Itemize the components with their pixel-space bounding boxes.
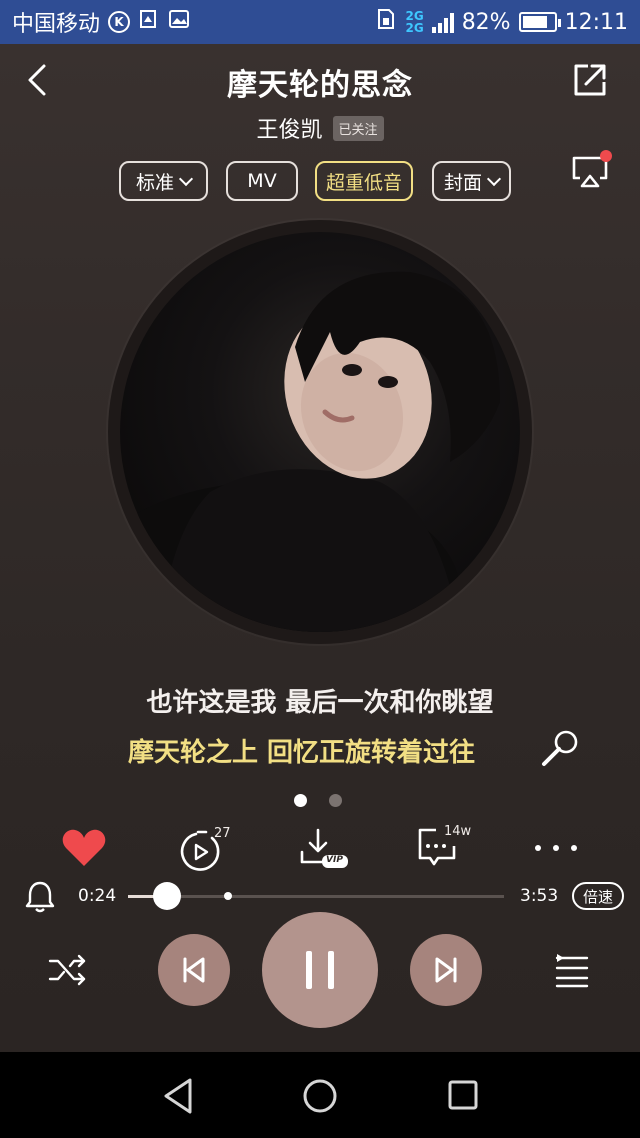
mv-label: MV xyxy=(247,170,277,192)
quality-standard-button[interactable]: 标准 xyxy=(119,161,208,201)
heart-icon xyxy=(62,829,106,866)
comment-count: 14w xyxy=(444,824,472,839)
cover-button[interactable]: 封面 xyxy=(432,161,511,201)
pager-dot-active[interactable] xyxy=(294,794,307,807)
gallery-icon xyxy=(168,8,190,36)
ringtone-button[interactable] xyxy=(24,880,56,914)
more-button[interactable] xyxy=(534,836,578,860)
lyric-line-highlighted: 摩天轮之上 回忆正旋转着过往 xyxy=(128,738,476,768)
skip-next-icon xyxy=(435,957,457,983)
quality-standard-label: 标准 xyxy=(135,171,174,194)
square-recents-icon xyxy=(448,1080,478,1110)
network-type-2: 2G xyxy=(405,21,424,35)
share-button[interactable] xyxy=(570,60,610,100)
like-button[interactable] xyxy=(60,826,108,870)
timer-count: 27 xyxy=(214,826,231,841)
super-bass-label: 超重低音 xyxy=(325,171,402,194)
network-type: 2G 2G xyxy=(405,10,423,34)
shuffle-icon xyxy=(48,954,86,986)
cast-icon xyxy=(572,150,612,188)
battery-percent: 82% xyxy=(461,9,511,35)
follow-badge[interactable]: 已关注 xyxy=(332,115,384,141)
nav-recents-button[interactable] xyxy=(448,1080,478,1110)
timer-button[interactable]: 27 xyxy=(176,826,242,874)
chevron-down-icon xyxy=(178,171,194,186)
sim-icon xyxy=(375,8,397,36)
total-time: 3:53 xyxy=(520,886,559,906)
buffer-marker xyxy=(223,892,232,900)
artist-row: 王俊凯 已关注 xyxy=(0,112,640,144)
pager-dot[interactable] xyxy=(329,794,342,807)
mv-button[interactable]: MV xyxy=(226,161,298,201)
previous-button[interactable] xyxy=(158,934,230,1006)
pause-icon xyxy=(306,951,334,989)
skip-previous-icon xyxy=(183,957,205,983)
signal-icon xyxy=(431,11,454,33)
playlist-icon xyxy=(555,954,589,988)
clock: 12:11 xyxy=(564,9,628,35)
lyric-line-current: 也许这是我 最后一次和你眺望 xyxy=(146,688,494,718)
k-status-icon: K xyxy=(108,11,131,33)
microphone-icon xyxy=(542,730,578,766)
more-icon xyxy=(535,845,577,851)
triangle-back-icon xyxy=(164,1078,192,1114)
progress-track[interactable] xyxy=(128,895,504,898)
nav-home-button[interactable] xyxy=(302,1078,338,1114)
download-button[interactable]: VIP xyxy=(298,826,350,870)
song-title: 摩天轮的思念 xyxy=(227,68,413,103)
cover-label: 封面 xyxy=(443,171,482,194)
album-art[interactable] xyxy=(120,232,520,632)
play-pause-button[interactable] xyxy=(262,912,378,1028)
comment-button[interactable]: 14w xyxy=(416,824,478,870)
share-icon xyxy=(574,64,606,96)
notification-icon xyxy=(138,8,160,36)
super-bass-button[interactable]: 超重低音 xyxy=(315,161,413,201)
artist-portrait xyxy=(120,271,500,632)
battery-level xyxy=(522,16,548,28)
current-time: 0:24 xyxy=(78,886,117,906)
shuffle-button[interactable] xyxy=(48,952,88,988)
battery-icon xyxy=(518,12,561,32)
cast-button[interactable] xyxy=(568,150,612,190)
bell-icon xyxy=(25,881,55,913)
system-nav-bar xyxy=(0,1052,640,1138)
artist-name[interactable]: 王俊凯 xyxy=(256,112,322,144)
carrier-label: 中国移动 xyxy=(12,12,101,37)
vip-badge: VIP xyxy=(326,855,343,865)
playback-speed-button[interactable]: 倍速 xyxy=(572,882,624,910)
nav-back-button[interactable] xyxy=(160,1076,196,1116)
status-bar: 中国移动 K 2G 2G 82% 12:11 xyxy=(0,0,640,44)
circle-home-icon xyxy=(303,1079,337,1113)
karaoke-button[interactable] xyxy=(538,726,582,770)
chevron-down-icon xyxy=(486,171,502,186)
progress-thumb[interactable] xyxy=(152,882,181,910)
playback-speed-label: 倍速 xyxy=(582,887,613,906)
playlist-button[interactable] xyxy=(554,952,590,988)
next-button[interactable] xyxy=(410,934,482,1006)
